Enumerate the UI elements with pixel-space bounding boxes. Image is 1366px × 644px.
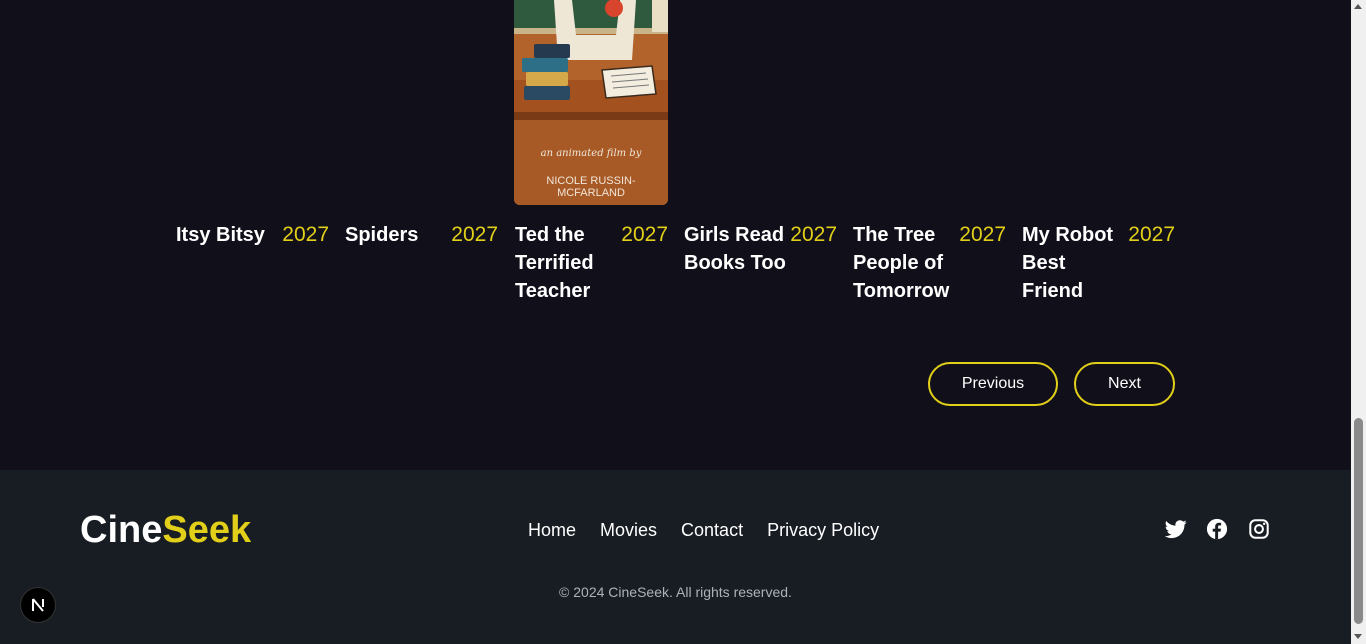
twitter-icon[interactable]	[1164, 518, 1187, 540]
movie-year: 2027	[1128, 223, 1175, 246]
copyright-text: © 2024 CineSeek. All rights reserved.	[559, 584, 792, 600]
movie-title[interactable]: Itsy Bitsy	[176, 221, 280, 249]
footer-link-contact[interactable]: Contact	[681, 518, 743, 542]
brand-name-part1: Cine	[80, 509, 163, 551]
movie-title[interactable]: My Robot Best Friend	[1022, 221, 1126, 305]
facebook-icon[interactable]	[1206, 518, 1228, 540]
next-dev-tools-icon[interactable]	[20, 587, 56, 623]
movie-year: 2027	[451, 223, 498, 246]
movie-card[interactable]: Itsy Bitsy 2027	[175, 221, 329, 311]
movie-title[interactable]: The Tree People of Tomorrow	[853, 221, 957, 305]
movie-year: 2027	[282, 223, 329, 246]
previous-page-button[interactable]: Previous	[928, 362, 1058, 406]
scroll-up-arrow-icon[interactable]	[1354, 4, 1362, 9]
footer-link-privacy-policy[interactable]: Privacy Policy	[767, 518, 879, 542]
footer-link-movies[interactable]: Movies	[600, 518, 657, 542]
poster-caption-line2: NICOLE RUSSIN-MCFARLAND	[546, 175, 636, 199]
movie-poster-ted-the-terrified-teacher[interactable]: an animated film by NICOLE RUSSIN-MCFARL…	[514, 0, 668, 205]
footer-link-home[interactable]: Home	[528, 518, 576, 542]
movie-card[interactable]: Spiders 2027	[344, 221, 498, 311]
movie-grid-section: an animated film by NICOLE RUSSIN-MCFARL…	[0, 0, 1351, 470]
footer-logo[interactable]: CineSeek	[80, 509, 251, 551]
footer-nav: Home Movies Contact Privacy Policy	[528, 518, 879, 542]
movie-card[interactable]: Ted the Terrified Teacher 2027	[514, 221, 668, 311]
movie-title[interactable]: Girls Read Books Too	[684, 221, 788, 277]
brand-name-part2: Seek	[162, 509, 252, 551]
poster-caption-line1: an animated film by	[540, 148, 642, 159]
scroll-down-arrow-icon[interactable]	[1354, 634, 1362, 639]
movie-card[interactable]: The Tree People of Tomorrow 2027	[852, 221, 1006, 311]
movie-year: 2027	[790, 223, 837, 246]
page-scrollbar[interactable]	[1351, 0, 1366, 644]
movie-title[interactable]: Spiders	[345, 221, 449, 249]
movie-card[interactable]: My Robot Best Friend 2027	[1021, 221, 1175, 311]
movie-title[interactable]: Ted the Terrified Teacher	[515, 221, 619, 305]
scrollbar-thumb[interactable]	[1354, 418, 1363, 624]
movie-year: 2027	[959, 223, 1006, 246]
instagram-icon[interactable]	[1248, 518, 1270, 540]
next-page-button[interactable]: Next	[1074, 362, 1175, 406]
movie-year: 2027	[621, 223, 668, 246]
movie-card[interactable]: Girls Read Books Too 2027	[683, 221, 837, 311]
site-footer: CineSeek Home Movies Contact Privacy Pol…	[0, 470, 1351, 644]
